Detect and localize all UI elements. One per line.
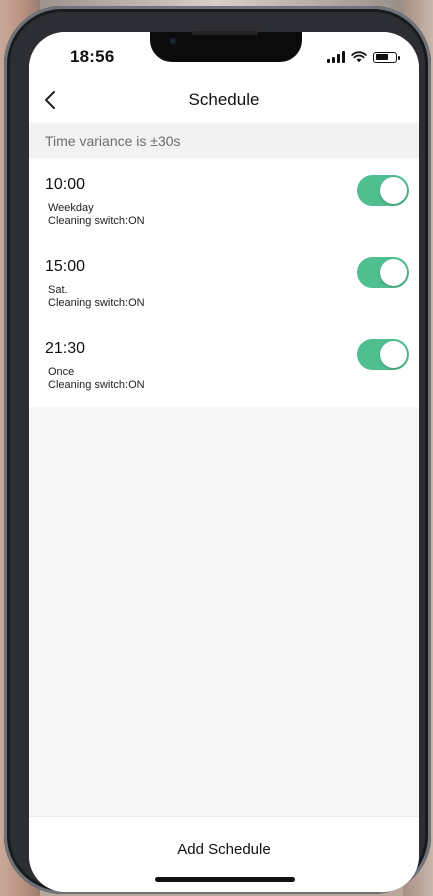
schedule-item[interactable]: 15:00 Sat. Cleaning switch:ON bbox=[29, 241, 419, 323]
schedule-repeat: Sat. bbox=[48, 284, 68, 296]
time-variance-text: Time variance is ±30s bbox=[45, 133, 181, 149]
cellular-signal-icon bbox=[327, 51, 345, 63]
schedule-time: 10:00 bbox=[45, 176, 86, 193]
schedule-toggle[interactable] bbox=[357, 339, 409, 370]
app-screen: 18:56 Schedule Time variance is ±30s 10:… bbox=[29, 32, 419, 892]
schedule-repeat: Once bbox=[48, 366, 75, 378]
schedule-toggle[interactable] bbox=[357, 175, 409, 206]
schedule-repeat: Weekday bbox=[48, 202, 94, 214]
battery-icon bbox=[373, 51, 400, 63]
schedule-details: Once Cleaning switch:ON bbox=[48, 366, 145, 392]
toggle-knob bbox=[380, 341, 407, 368]
speaker-grille bbox=[192, 31, 258, 35]
page-title: Schedule bbox=[188, 90, 260, 109]
add-schedule-button[interactable]: Add Schedule bbox=[29, 841, 419, 858]
schedule-item[interactable]: 21:30 Once Cleaning switch:ON bbox=[29, 323, 419, 405]
schedule-details: Weekday Cleaning switch:ON bbox=[48, 202, 145, 228]
phone-notch bbox=[150, 31, 302, 62]
schedule-item[interactable]: 10:00 Weekday Cleaning switch:ON bbox=[29, 159, 419, 241]
schedule-details: Sat. Cleaning switch:ON bbox=[48, 284, 145, 310]
nav-header: Schedule bbox=[29, 82, 419, 122]
schedule-action: Cleaning switch:ON bbox=[48, 379, 145, 391]
time-variance-banner: Time variance is ±30s bbox=[29, 124, 419, 158]
schedule-time: 15:00 bbox=[45, 258, 86, 275]
toggle-knob bbox=[380, 259, 407, 286]
front-camera bbox=[170, 38, 176, 44]
schedule-action: Cleaning switch:ON bbox=[48, 215, 145, 227]
home-indicator[interactable] bbox=[155, 877, 295, 882]
toggle-knob bbox=[380, 177, 407, 204]
schedule-time: 21:30 bbox=[45, 340, 86, 357]
schedule-toggle[interactable] bbox=[357, 257, 409, 288]
schedule-list: 10:00 Weekday Cleaning switch:ON 15:00 S… bbox=[29, 159, 419, 407]
schedule-action: Cleaning switch:ON bbox=[48, 297, 145, 309]
wifi-icon bbox=[351, 51, 367, 63]
phone-frame: 18:56 Schedule Time variance is ±30s 10:… bbox=[4, 6, 431, 894]
battery-level bbox=[375, 54, 388, 60]
footer-bar: Add Schedule bbox=[29, 816, 419, 892]
status-icons bbox=[327, 50, 400, 64]
status-time: 18:56 bbox=[70, 47, 115, 66]
